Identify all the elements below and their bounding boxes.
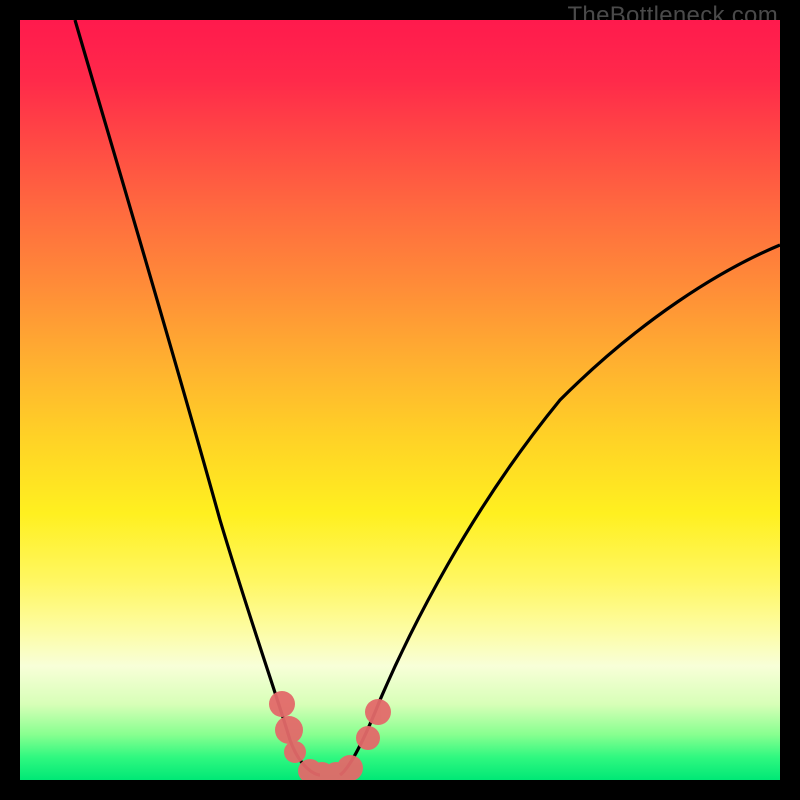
marker-point <box>337 755 363 780</box>
chart-frame <box>20 20 780 780</box>
left-curve <box>75 20 320 775</box>
marker-point <box>269 691 295 717</box>
chart-svg <box>20 20 780 780</box>
marker-point <box>284 741 306 763</box>
marker-point <box>275 716 303 744</box>
marker-point <box>365 699 391 725</box>
marker-group <box>269 691 391 780</box>
right-curve <box>340 245 780 775</box>
marker-point <box>356 726 380 750</box>
